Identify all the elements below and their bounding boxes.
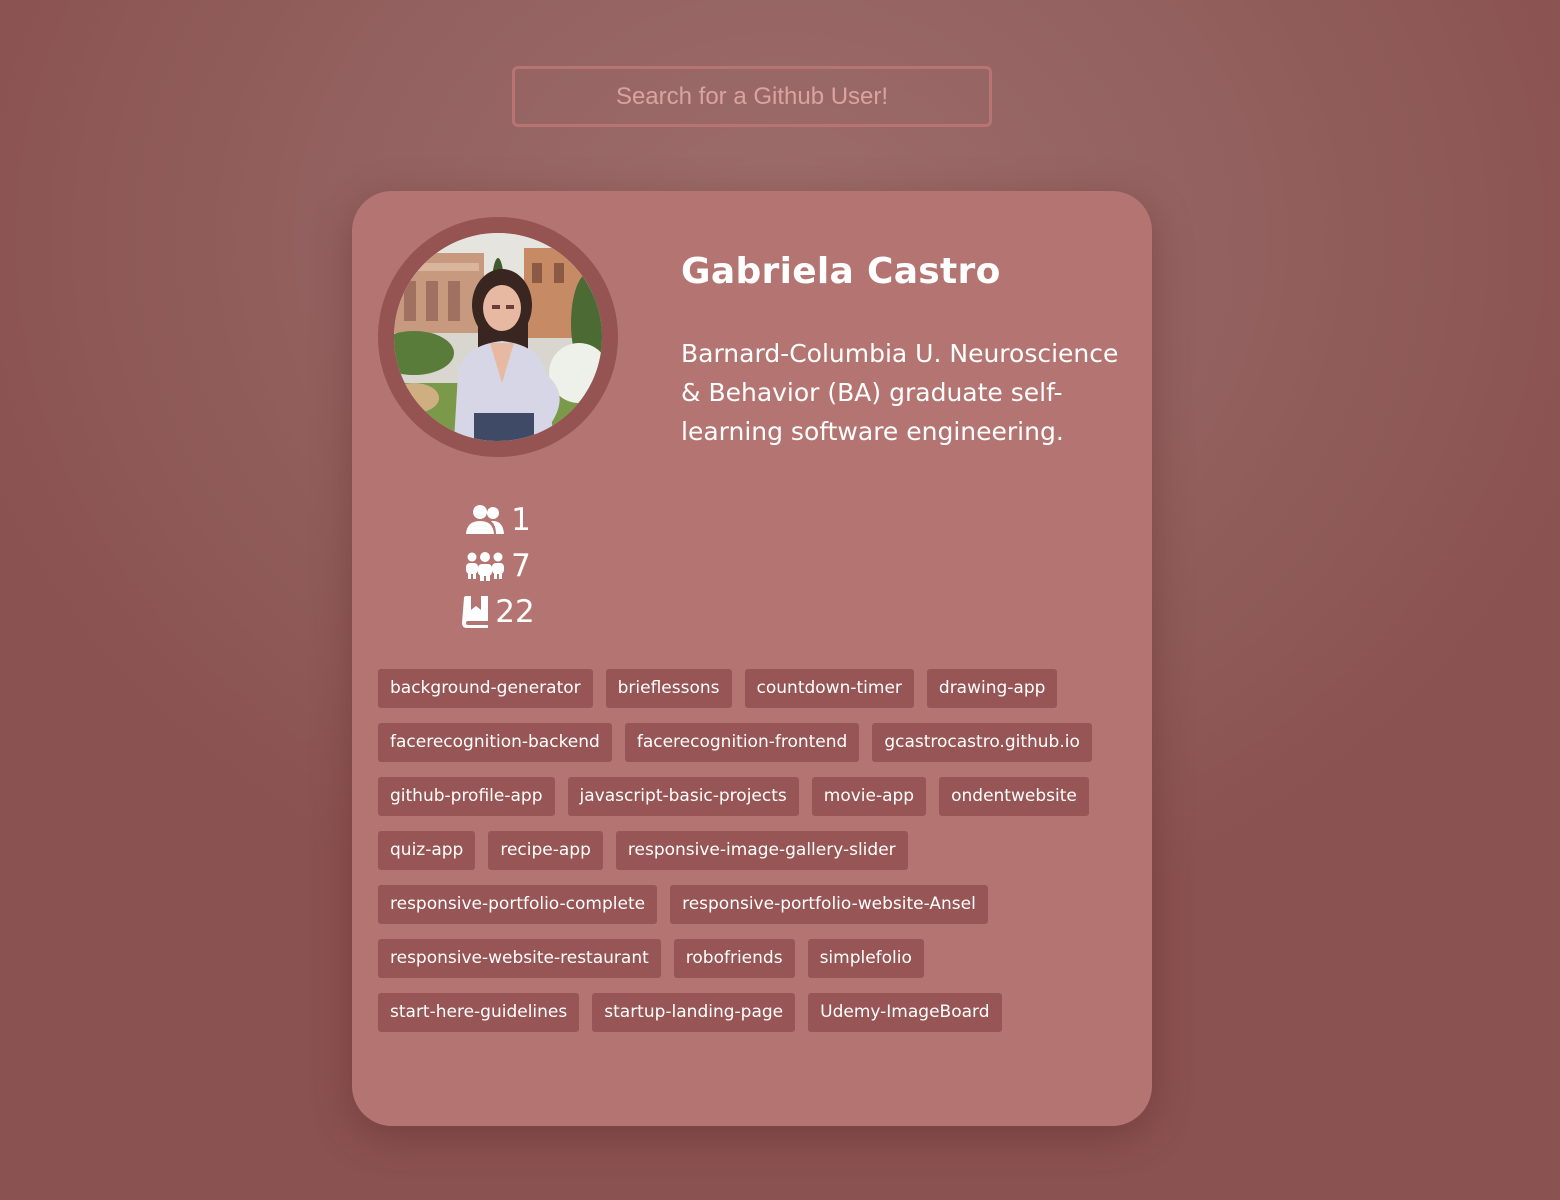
user-friends-icon — [465, 504, 505, 536]
repos-stat: 22 — [378, 589, 618, 635]
following-count: 7 — [511, 548, 531, 584]
repo-link[interactable]: quiz-app — [378, 831, 476, 870]
repo-link[interactable]: startup-landing-page — [592, 993, 796, 1032]
repo-link[interactable]: brieflessons — [605, 669, 732, 708]
repo-link[interactable]: responsive-image-gallery-slider — [615, 831, 908, 870]
repo-link[interactable]: javascript-basic-projects — [567, 777, 799, 816]
repo-link[interactable]: facerecognition-frontend — [624, 723, 860, 762]
repo-link[interactable]: responsive-portfolio-website-Ansel — [670, 885, 988, 924]
avatar-ring — [378, 217, 618, 457]
avatar — [394, 233, 602, 441]
repo-link[interactable]: responsive-website-restaurant — [378, 939, 661, 978]
repos-list: background-generator brieflessons countdow… — [378, 669, 1128, 1032]
users-group-icon — [465, 551, 505, 581]
repo-link[interactable]: ondentwebsite — [939, 777, 1089, 816]
following-stat: 7 — [378, 543, 618, 589]
repo-link[interactable]: facerecognition-backend — [378, 723, 612, 762]
stats: 1 7 22 — [378, 497, 618, 635]
repos-count: 22 — [495, 594, 535, 630]
user-info: Gabriela Castro Barnard-Columbia U. Neur… — [681, 251, 1121, 451]
search-form — [512, 66, 992, 127]
followers-stat: 1 — [378, 497, 618, 543]
repo-link[interactable]: robofriends — [673, 939, 795, 978]
followers-count: 1 — [511, 502, 531, 538]
user-name: Gabriela Castro — [681, 251, 1001, 292]
avatar-photo — [394, 233, 602, 441]
repo-link[interactable]: movie-app — [811, 777, 927, 816]
repo-link[interactable]: simplefolio — [807, 939, 924, 978]
user-bio: Barnard-Columbia U. Neuroscience & Behav… — [681, 339, 1119, 446]
repo-link[interactable]: countdown-timer — [744, 669, 914, 708]
repo-link[interactable]: github-profile-app — [378, 777, 555, 816]
book-icon — [461, 596, 489, 628]
profile-card: 1 7 22 Gabriela Castro Barnard-Columbia … — [352, 191, 1152, 1126]
repo-link[interactable]: recipe-app — [488, 831, 603, 870]
repo-link[interactable]: drawing-app — [926, 669, 1058, 708]
repo-link[interactable]: Udemy-ImageBoard — [808, 993, 1002, 1032]
repo-link[interactable]: responsive-portfolio-complete — [378, 885, 658, 924]
search-input[interactable] — [512, 66, 992, 127]
repo-link[interactable]: start-here-guidelines — [378, 993, 580, 1032]
repo-link[interactable]: background-generator — [378, 669, 593, 708]
repo-link[interactable]: gcastrocastro.github.io — [872, 723, 1092, 762]
